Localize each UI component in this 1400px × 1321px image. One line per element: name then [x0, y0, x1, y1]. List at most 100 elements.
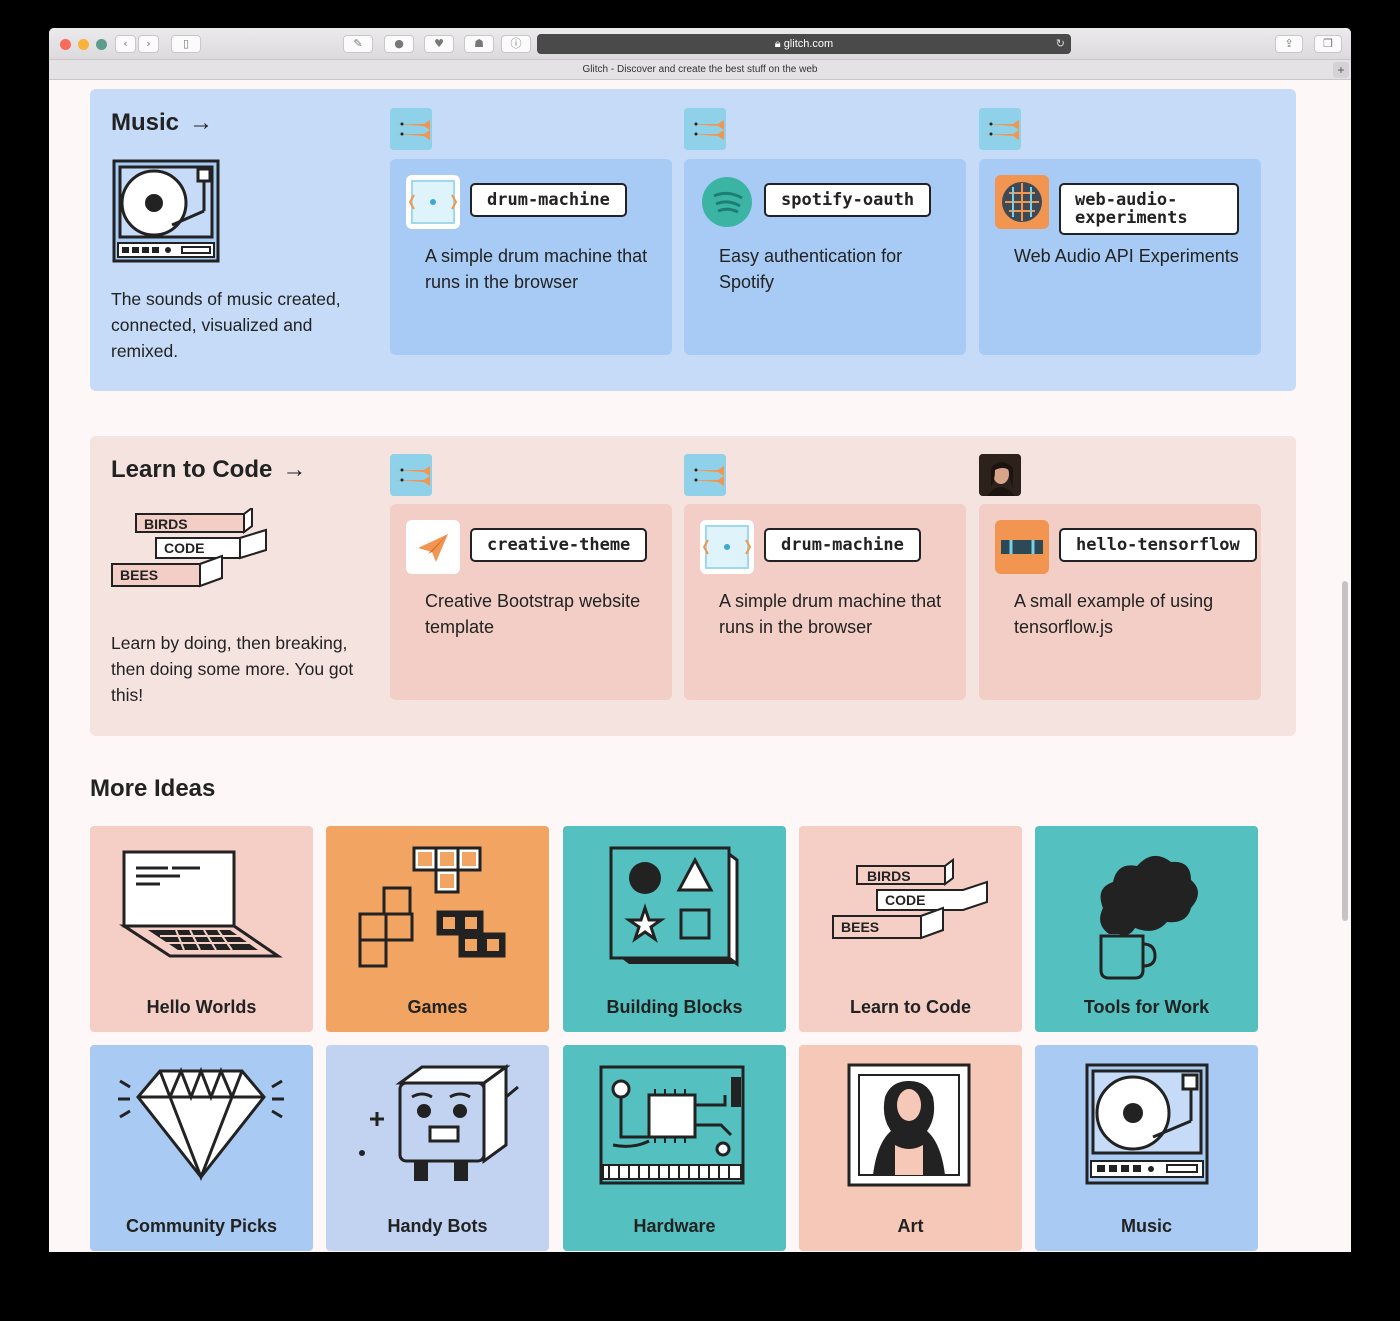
- project-name[interactable]: drum-machine: [764, 528, 921, 562]
- project-name[interactable]: spotify-oauth: [764, 183, 932, 217]
- user-photo-icon: [979, 454, 1021, 496]
- project-avatar[interactable]: [684, 454, 726, 496]
- extension-button-4[interactable]: ☗: [464, 35, 494, 53]
- web-audio-icon: [995, 175, 1049, 229]
- forward-button[interactable]: ›: [138, 35, 159, 53]
- project-card[interactable]: drum-machine A simple drum machine that …: [684, 504, 966, 700]
- browser-toolbar: ‹ › ▯ ✎ ● ♥ ☗ ⓘ 🔒︎ glitch.com ↻ ⇪ ❐: [49, 28, 1351, 60]
- spotify-icon: [700, 175, 754, 229]
- chevron-left-icon: ‹: [123, 37, 128, 50]
- sidebar-icon: ▯: [182, 37, 190, 50]
- vertical-scrollbar[interactable]: [1342, 581, 1348, 921]
- new-tab-button[interactable]: +: [1333, 62, 1349, 78]
- tile-label: Music: [1120, 1216, 1172, 1236]
- tile-label: Tools for Work: [1083, 997, 1210, 1017]
- project-name[interactable]: drum-machine: [470, 183, 627, 217]
- project-description: Web Audio API Experiments: [1014, 246, 1239, 266]
- zoom-window-button[interactable]: [96, 39, 107, 50]
- project-avatar[interactable]: [684, 108, 726, 150]
- category-tile-art[interactable]: Art: [799, 1045, 1022, 1251]
- book-label: BEES: [841, 919, 879, 935]
- project-card[interactable]: web-audio-experiments Web Audio API Expe…: [979, 159, 1261, 355]
- category-title: Learn to Code: [111, 456, 273, 483]
- category-tile-learn-to-code[interactable]: BIRDS CODE BEES Learn to Code: [799, 826, 1022, 1032]
- category-description: Learn by doing, then breaking, then doin…: [111, 633, 354, 705]
- book-label: CODE: [164, 540, 204, 556]
- fish-avatar-icon: [390, 108, 432, 150]
- page-content: Music → The sounds of music created, conn…: [49, 81, 1351, 1252]
- more-ideas-heading: More Ideas: [90, 775, 216, 802]
- project-avatar[interactable]: [390, 108, 432, 150]
- book-label: BIRDS: [144, 516, 188, 532]
- category-tile-community-picks[interactable]: Community Picks: [90, 1045, 313, 1251]
- tile-label: Hello Worlds: [146, 997, 257, 1017]
- category-tile-handy-bots[interactable]: Handy Bots: [326, 1045, 549, 1251]
- fish-avatar-icon: [684, 454, 726, 496]
- learn-to-code-category: Learn to Code → BIRDS CODE BEES Learn by …: [90, 436, 1296, 736]
- pocket-button[interactable]: ♥: [424, 35, 454, 53]
- project-card[interactable]: creative-theme Creative Bootstrap websit…: [390, 504, 672, 700]
- drum-machine-icon: [406, 175, 460, 229]
- stacked-books-illustration: BIRDS CODE BEES: [111, 508, 267, 588]
- adblock-icon: ●: [394, 37, 404, 50]
- project-avatar[interactable]: [390, 454, 432, 496]
- fish-avatar-icon: [979, 108, 1021, 150]
- tile-label: Handy Bots: [387, 1216, 488, 1236]
- back-button[interactable]: ‹: [115, 35, 136, 53]
- category-title: Music: [111, 109, 180, 136]
- arrow-right-icon: →: [282, 456, 307, 483]
- tile-label: Community Picks: [125, 1216, 278, 1236]
- category-tile-hardware[interactable]: Hardware: [563, 1045, 786, 1251]
- category-title-link[interactable]: Learn to Code →: [111, 456, 306, 484]
- tab-title[interactable]: Glitch - Discover and create the best st…: [583, 64, 818, 75]
- browser-window: ‹ › ▯ ✎ ● ♥ ☗ ⓘ 🔒︎ glitch.com ↻ ⇪ ❐ Glit…: [49, 28, 1351, 1252]
- tabs-icon: ❐: [1323, 37, 1333, 50]
- project-description: Creative Bootstrap website template: [425, 591, 641, 637]
- project-avatar[interactable]: [979, 108, 1021, 150]
- tabs-overview-button[interactable]: ❐: [1314, 35, 1342, 53]
- fish-avatar-icon: [684, 108, 726, 150]
- address-bar[interactable]: 🔒︎ glitch.com ↻: [537, 34, 1071, 54]
- project-card[interactable]: drum-machine A simple drum machine that …: [390, 159, 672, 355]
- url-text: glitch.com: [783, 38, 834, 50]
- category-tile-tools-for-work[interactable]: Tools for Work: [1035, 826, 1258, 1032]
- project-description: A simple drum machine that runs in the b…: [425, 246, 648, 292]
- password-manager-button[interactable]: ⓘ: [501, 35, 531, 53]
- project-description: A small example of using tensorflow.js: [1014, 591, 1214, 637]
- category-tile-games[interactable]: Games: [326, 826, 549, 1032]
- plus-icon: +: [1337, 63, 1345, 77]
- share-button[interactable]: ⇪: [1275, 35, 1303, 53]
- project-name[interactable]: hello-tensorflow: [1059, 528, 1257, 562]
- project-name[interactable]: creative-theme: [470, 528, 648, 562]
- book-label: BEES: [120, 567, 158, 583]
- project-card[interactable]: spotify-oauth Easy authentication for Sp…: [684, 159, 966, 355]
- ghost-icon: ☗: [474, 37, 484, 50]
- tile-label: Hardware: [633, 1216, 716, 1236]
- lock-icon: 🔒︎: [774, 38, 781, 50]
- sidebar-toggle-button[interactable]: ▯: [171, 35, 201, 53]
- fish-avatar-icon: [390, 454, 432, 496]
- onepassword-icon: ⓘ: [510, 37, 522, 50]
- share-icon: ⇪: [1284, 37, 1294, 50]
- project-description: A simple drum machine that runs in the b…: [719, 591, 942, 637]
- category-title-link[interactable]: Music →: [111, 109, 213, 137]
- category-tile-music[interactable]: Music: [1035, 1045, 1258, 1251]
- tile-label: Building Blocks: [606, 997, 743, 1017]
- category-tile-hello-worlds[interactable]: Hello Worlds: [90, 826, 313, 1032]
- tab-bar: Glitch - Discover and create the best st…: [49, 60, 1351, 80]
- extension-button-1[interactable]: ✎: [343, 35, 373, 53]
- pen-icon: ✎: [353, 37, 363, 50]
- book-label: BIRDS: [867, 868, 911, 884]
- user-avatar[interactable]: [979, 454, 1021, 496]
- category-description: The sounds of music created, connected, …: [111, 289, 341, 361]
- tile-label: Learn to Code: [849, 997, 971, 1017]
- reload-icon[interactable]: ↻: [1056, 34, 1065, 54]
- project-card[interactable]: hello-tensorflow A small example of usin…: [979, 504, 1261, 700]
- minimize-window-button[interactable]: [78, 39, 89, 50]
- extension-button-2[interactable]: ●: [384, 35, 414, 53]
- close-window-button[interactable]: [60, 39, 71, 50]
- project-description: Easy authentication for Spotify: [719, 246, 903, 292]
- category-tile-building-blocks[interactable]: Building Blocks: [563, 826, 786, 1032]
- project-name[interactable]: web-audio-experiments: [1059, 183, 1239, 235]
- chevron-right-icon: ›: [146, 37, 151, 50]
